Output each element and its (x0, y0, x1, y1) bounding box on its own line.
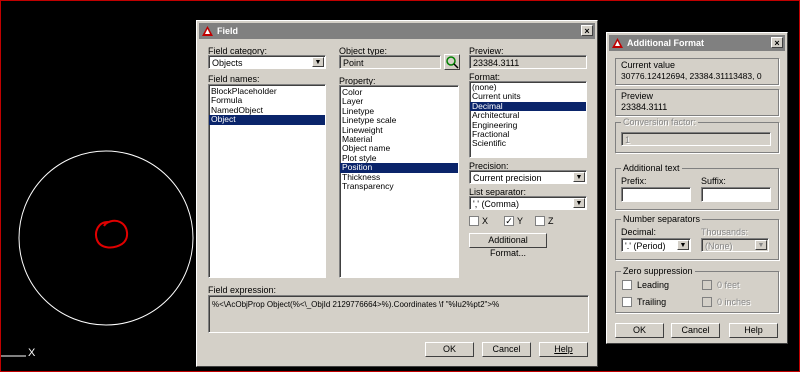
preview-group: Preview 23384.3111 (615, 89, 779, 116)
chevron-down-icon[interactable]: ▼ (677, 240, 689, 250)
current-value-group: Current value 30776.12412694, 23384.3111… (615, 58, 779, 85)
af-preview-label: Preview (621, 91, 654, 101)
circle-entity[interactable] (18, 150, 194, 326)
additional-title: Additional Format (627, 38, 704, 48)
checkbox-z-label: Z (548, 216, 554, 226)
checkbox-y[interactable]: ✓ (504, 216, 514, 226)
feet-checkbox (702, 280, 712, 290)
leading-checkbox[interactable] (622, 280, 632, 290)
field-titlebar[interactable]: Field × (199, 23, 595, 39)
close-icon[interactable]: × (581, 25, 593, 36)
zero-suppression-label: Zero suppression (621, 266, 695, 276)
object-type-value: Point (343, 58, 364, 68)
suffix-label: Suffix: (701, 176, 726, 186)
field-names-list[interactable]: BlockPlaceholder Formula NamedObject Object (208, 84, 326, 278)
cancel-button[interactable]: Cancel (482, 342, 531, 357)
checkbox-z[interactable] (535, 216, 545, 226)
select-object-button[interactable] (444, 54, 460, 70)
current-value-label: Current value (621, 60, 676, 70)
additional-format-dialog: Additional Format × Current value 30776.… (606, 32, 788, 344)
additional-text-label: Additional text (621, 163, 682, 173)
af-cancel-button[interactable]: Cancel (671, 323, 720, 338)
ok-button[interactable]: OK (425, 342, 474, 357)
conversion-label: Conversion factor: (621, 117, 699, 127)
list-separator-select[interactable]: ',' (Comma) ▼ (469, 196, 587, 210)
list-item[interactable]: Object (209, 114, 325, 125)
additional-format-button[interactable]: Additional Format... (469, 233, 547, 258)
checkbox-y-label: Y (517, 216, 524, 226)
field-names-label: Field names: (208, 74, 260, 84)
additional-titlebar[interactable]: Additional Format × (609, 35, 785, 51)
list-separator-value: ',' (Comma) (473, 199, 519, 209)
checkbox-x-label: X (482, 216, 489, 226)
prefix-input[interactable] (621, 187, 691, 202)
leading-label: Leading (637, 280, 670, 290)
field-expression-value: %<\AcObjProp Object(%<\_ObjId 2129776664… (212, 300, 500, 309)
precision-select[interactable]: Current precision ▼ (469, 170, 587, 184)
af-preview-value: 23384.3111 (621, 102, 668, 112)
drawing-canvas[interactable] (0, 0, 200, 372)
conversion-field: 1 (621, 132, 771, 146)
field-category-value: Objects (212, 58, 243, 68)
number-separators-group: Number separators Decimal: '.' (Period) … (615, 214, 779, 260)
conversion-group: Conversion factor: 1 (615, 117, 779, 153)
decimal-label: Decimal: (621, 227, 657, 237)
red-markup (95, 219, 128, 249)
checkbox-x[interactable] (469, 216, 479, 226)
field-category-select[interactable]: Objects ▼ (208, 55, 326, 69)
decimal-select[interactable]: '.' (Period) ▼ (621, 238, 691, 252)
decimal-value: '.' (Period) (625, 241, 666, 251)
thousands-value: (None) (705, 241, 733, 251)
prefix-label: Prefix: (621, 176, 647, 186)
suffix-input[interactable] (701, 187, 771, 202)
af-ok-button[interactable]: OK (615, 323, 664, 338)
thousands-label: Thousands: (701, 227, 749, 237)
inches-label: 0 inches (717, 297, 751, 307)
number-separators-label: Number separators (621, 214, 703, 224)
chevron-down-icon[interactable]: ▼ (312, 57, 324, 67)
select-object-icon (446, 56, 459, 69)
thousands-select: (None) ▼ (701, 238, 769, 252)
current-value-text: 30776.12412694, 23384.31113483, 0 (621, 71, 762, 81)
zero-suppression-group: Zero suppression Leading Trailing 0 feet… (615, 266, 779, 313)
precision-value: Current precision (473, 173, 542, 183)
close-icon[interactable]: × (771, 37, 783, 48)
preview-field: 23384.3111 (469, 55, 587, 69)
chevron-down-icon[interactable]: ▼ (573, 198, 585, 208)
trailing-label: Trailing (637, 297, 667, 307)
preview-value: 23384.3111 (473, 58, 520, 68)
chevron-down-icon[interactable]: ▼ (573, 172, 585, 182)
conversion-value: 1 (625, 135, 631, 145)
af-help-button[interactable]: Help (729, 323, 778, 338)
feet-label: 0 feet (717, 280, 740, 290)
autocad-logo-icon (202, 26, 213, 36)
additional-text-group: Additional text Prefix: Suffix: (615, 163, 779, 210)
object-type-field: Point (339, 55, 441, 69)
list-item[interactable]: Transparency (340, 181, 458, 191)
property-list[interactable]: Color Layer Linetype Linetype scale Lineweig… (339, 85, 459, 278)
inches-checkbox (702, 297, 712, 307)
format-list[interactable]: (none) Current units Decimal Architectural E… (469, 81, 587, 158)
trailing-checkbox[interactable] (622, 297, 632, 307)
autocad-logo-icon (612, 38, 623, 48)
list-item[interactable]: Scientific (470, 138, 586, 148)
ucs-axis-label: X (28, 347, 36, 359)
field-expression-box[interactable]: %<\AcObjProp Object(%<\_ObjId 2129776664… (208, 295, 589, 333)
field-expression-label: Field expression: (208, 285, 277, 295)
field-title: Field (217, 26, 239, 36)
field-dialog: Field × Field category: Objects ▼ Field … (196, 20, 598, 367)
help-button[interactable]: Help (539, 342, 588, 357)
chevron-down-icon: ▼ (755, 240, 767, 250)
